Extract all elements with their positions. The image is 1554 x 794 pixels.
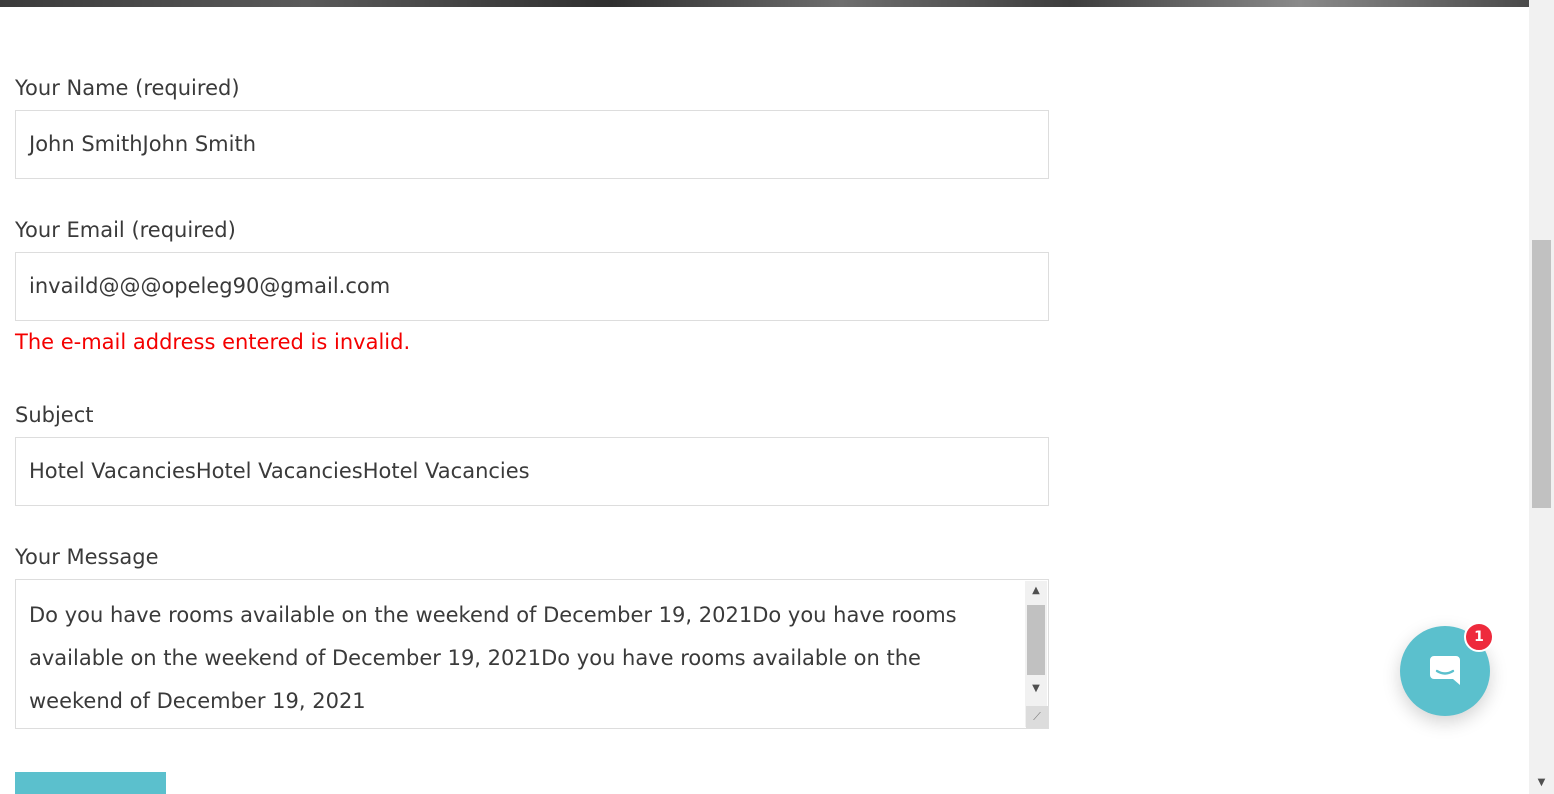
message-textarea[interactable]: Do you have rooms available on the weeke… [15,579,1049,729]
message-label: Your Message [15,545,159,569]
subject-label: Subject [15,403,94,427]
page-scroll-down-icon[interactable]: ▼ [1529,774,1554,792]
page-scrollbar[interactable]: ▼ [1529,0,1554,794]
name-label: Your Name (required) [15,76,240,100]
scroll-up-arrow-icon[interactable]: ▲ [1025,581,1047,601]
page-scroll-thumb[interactable] [1532,240,1551,508]
email-input[interactable]: invaild@@@opeleg90@gmail.com [15,252,1049,321]
resize-handle-icon[interactable]: ⟋ [1026,706,1048,728]
hero-image-strip [0,0,1529,7]
message-text: Do you have rooms available on the weeke… [29,603,957,713]
scroll-down-arrow-icon[interactable]: ▼ [1025,679,1047,699]
email-label: Your Email (required) [15,218,236,242]
name-input[interactable]: John SmithJohn Smith [15,110,1049,179]
chat-notification-badge: 1 [1464,622,1494,652]
message-scroll-thumb[interactable] [1027,605,1045,675]
subject-input[interactable]: Hotel VacanciesHotel VacanciesHotel Vaca… [15,437,1049,506]
contact-page: Your Name (required) John SmithJohn Smit… [0,0,1554,794]
submit-button[interactable] [15,772,166,794]
chat-bubble-icon [1430,656,1460,685]
email-error-message: The e-mail address entered is invalid. [15,330,411,354]
